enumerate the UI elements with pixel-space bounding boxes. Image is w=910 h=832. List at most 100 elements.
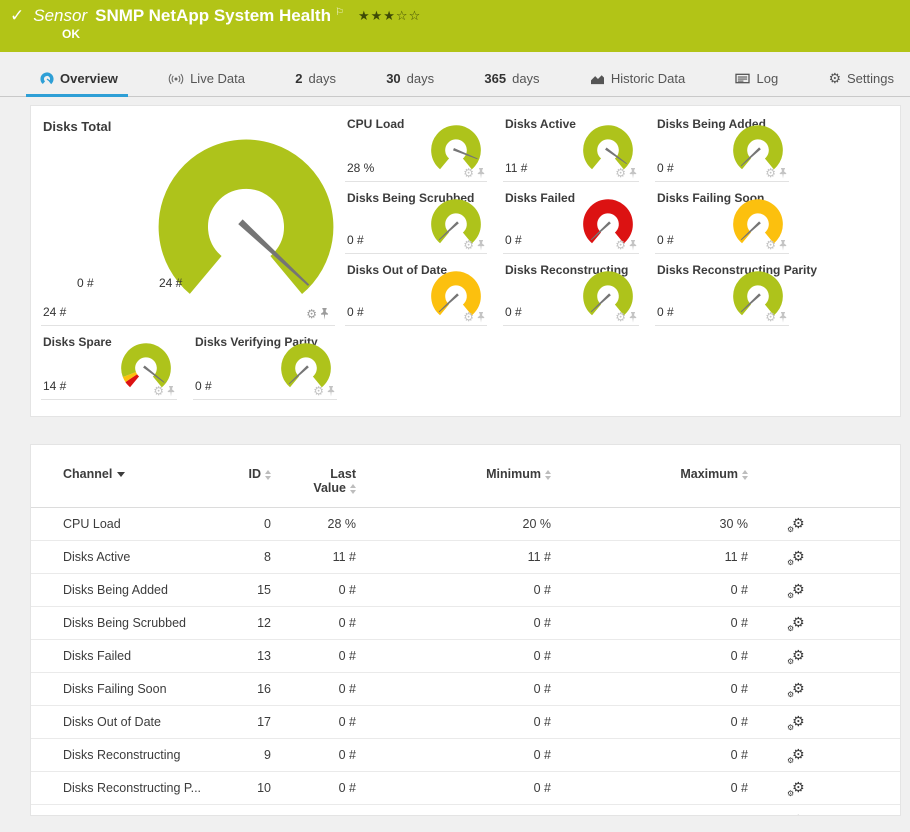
pin-icon[interactable]: [629, 240, 637, 251]
gauge-tile-cpu-load[interactable]: CPU Load 28 % ⚙: [345, 108, 487, 182]
pin-icon[interactable]: [320, 308, 329, 320]
channel-name[interactable]: Disks Reconstructing P...: [31, 772, 231, 805]
gauge-tile-disks-active[interactable]: Disks Active 11 # ⚙: [503, 108, 639, 182]
channel-row: Disks Out of Date170 #0 #0 #⚙⚙: [31, 706, 900, 739]
channel-last-value: 14 #: [271, 805, 356, 817]
channel-settings-icon[interactable]: ⚙⚙: [792, 813, 805, 816]
gauge-value: 0 #: [657, 161, 674, 175]
pin-icon[interactable]: [779, 240, 787, 251]
pin-icon[interactable]: [629, 168, 637, 179]
tab-overview[interactable]: Overview: [40, 61, 118, 96]
gauge-tile-disks-total[interactable]: Disks Total 0 # 24 # 24 # ⚙: [41, 108, 335, 326]
channel-settings-icon[interactable]: ⚙⚙: [792, 780, 805, 796]
pin-icon[interactable]: [167, 386, 175, 397]
gauge-tile-disks-being-scrubbed[interactable]: Disks Being Scrubbed 0 # ⚙: [345, 182, 487, 254]
channel-id: 16: [231, 673, 271, 706]
tab-settings[interactable]: ⚙ Settings: [828, 61, 894, 96]
column-header-maximum[interactable]: Maximum: [551, 461, 748, 508]
gear-icon[interactable]: ⚙: [463, 311, 474, 323]
channel-id: 10: [231, 772, 271, 805]
column-header-minimum[interactable]: Minimum: [356, 461, 551, 508]
channel-settings-icon[interactable]: ⚙⚙: [792, 681, 805, 697]
tab-log[interactable]: Log: [735, 61, 778, 96]
channel-maximum: 0 #: [551, 607, 748, 640]
gear-icon[interactable]: ⚙: [765, 167, 776, 179]
channel-settings-icon[interactable]: ⚙⚙: [792, 549, 805, 565]
channel-settings-icon[interactable]: ⚙⚙: [792, 714, 805, 730]
gauge-tile-disks-failing-soon[interactable]: Disks Failing Soon 0 # ⚙: [655, 182, 789, 254]
broadcast-icon: [168, 72, 184, 86]
channel-name[interactable]: Disks Reconstructing: [31, 739, 231, 772]
channel-settings-icon[interactable]: ⚙⚙: [792, 582, 805, 598]
pin-icon[interactable]: [477, 240, 485, 251]
tab-30-days[interactable]: 30 days: [386, 61, 434, 96]
channel-settings-icon[interactable]: ⚙⚙: [792, 516, 805, 532]
column-header-last-value[interactable]: Last Value: [271, 461, 356, 508]
gauge-tile-disks-failed[interactable]: Disks Failed 0 # ⚙: [503, 182, 639, 254]
channel-name[interactable]: Disks Failing Soon: [31, 673, 231, 706]
gauge-value: 14 #: [43, 379, 66, 393]
channel-name[interactable]: Disks Being Added: [31, 574, 231, 607]
pin-icon[interactable]: [327, 386, 335, 397]
gauge-scale-min: 0 #: [77, 276, 94, 290]
gear-icon[interactable]: ⚙: [765, 239, 776, 251]
gauge-value: 11 #: [505, 161, 527, 175]
chart-icon: [590, 72, 605, 85]
object-kind-label: Sensor: [33, 6, 87, 26]
channel-settings-icon[interactable]: ⚙⚙: [792, 648, 805, 664]
pin-icon[interactable]: [779, 312, 787, 323]
channel-row: Disks Failed130 #0 #0 #⚙⚙: [31, 640, 900, 673]
gear-icon[interactable]: ⚙: [463, 239, 474, 251]
channel-name[interactable]: CPU Load: [31, 508, 231, 541]
channel-maximum: 0 #: [551, 706, 748, 739]
channel-minimum: 11 #: [356, 541, 551, 574]
gear-icon[interactable]: ⚙: [463, 167, 474, 179]
channel-row: Disks Being Scrubbed120 #0 #0 #⚙⚙: [31, 607, 900, 640]
gauge-tile-disks-out-of-date[interactable]: Disks Out of Date 0 # ⚙: [345, 254, 487, 326]
gauge-tile-disks-reconstructing[interactable]: Disks Reconstructing 0 # ⚙: [503, 254, 639, 326]
gear-icon[interactable]: ⚙: [615, 239, 626, 251]
gear-icon[interactable]: ⚙: [313, 385, 324, 397]
gear-icon[interactable]: ⚙: [615, 167, 626, 179]
channel-name[interactable]: Disks Spare: [31, 805, 231, 817]
channel-name[interactable]: Disks Out of Date: [31, 706, 231, 739]
pin-icon[interactable]: [477, 168, 485, 179]
gear-icon[interactable]: ⚙: [306, 308, 317, 320]
column-header-channel[interactable]: Channel: [31, 461, 231, 508]
pin-icon[interactable]: [629, 312, 637, 323]
sensor-status-bar: ✓ Sensor SNMP NetApp System Health ⚐ ★★★…: [0, 0, 910, 52]
channel-settings-icon[interactable]: ⚙⚙: [792, 615, 805, 631]
channel-maximum: 0 #: [551, 640, 748, 673]
gear-icon[interactable]: ⚙: [153, 385, 164, 397]
gear-icon[interactable]: ⚙: [765, 311, 776, 323]
column-header-actions: [748, 461, 900, 508]
tab-live-data[interactable]: Live Data: [168, 61, 245, 96]
flag-icon[interactable]: ⚐: [335, 7, 344, 18]
gauge-tile-disks-spare[interactable]: Disks Spare 14 # ⚙: [41, 326, 177, 400]
channel-minimum: 0 #: [356, 607, 551, 640]
channel-row: Disks Being Added150 #0 #0 #⚙⚙: [31, 574, 900, 607]
gauge-tile-disks-reconstructing-parity[interactable]: Disks Reconstructing Parity 0 # ⚙: [655, 254, 789, 326]
channel-last-value: 0 #: [271, 772, 356, 805]
pin-icon[interactable]: [779, 168, 787, 179]
gear-icon[interactable]: ⚙: [615, 311, 626, 323]
channel-settings-icon[interactable]: ⚙⚙: [792, 747, 805, 763]
tab-365-days[interactable]: 365 days: [484, 61, 539, 96]
pin-icon[interactable]: [477, 312, 485, 323]
priority-star-rating[interactable]: ★★★☆☆: [358, 8, 421, 24]
gauge-tile-disks-verifying-parity[interactable]: Disks Verifying Parity 0 # ⚙: [193, 326, 337, 400]
channel-id: 13: [231, 640, 271, 673]
channel-row: Disks Failing Soon160 #0 #0 #⚙⚙: [31, 673, 900, 706]
channel-name[interactable]: Disks Active: [31, 541, 231, 574]
channel-name[interactable]: Disks Failed: [31, 640, 231, 673]
tab-2-days[interactable]: 2 days: [295, 61, 336, 96]
tab-historic-data[interactable]: Historic Data: [590, 61, 685, 96]
channel-name[interactable]: Disks Being Scrubbed: [31, 607, 231, 640]
gauge-value: 24 #: [43, 305, 66, 319]
channel-last-value: 0 #: [271, 640, 356, 673]
channel-maximum: 30 %: [551, 508, 748, 541]
channel-maximum: 11 #: [551, 541, 748, 574]
gauge-tile-disks-being-added[interactable]: Disks Being Added 0 # ⚙: [655, 108, 789, 182]
channel-id: 0: [231, 508, 271, 541]
column-header-id[interactable]: ID: [231, 461, 271, 508]
